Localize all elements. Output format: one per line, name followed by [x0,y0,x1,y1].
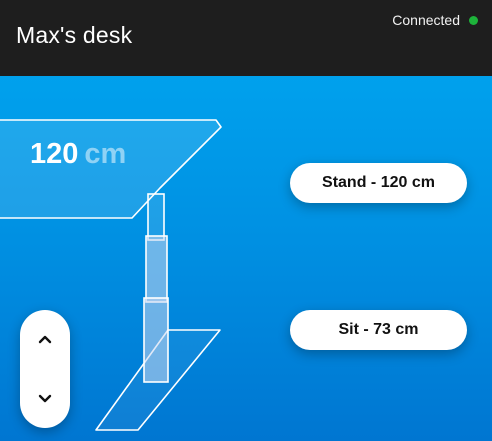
desk-column-top [147,193,165,241]
desk-column-middle [145,235,168,303]
height-value: 120 [30,138,79,170]
connection-status: Connected [392,12,478,28]
chevron-up-icon [38,335,52,344]
desk-illustration [0,119,222,431]
stand-preset-button[interactable]: Stand - 120 cm [290,163,467,203]
raise-desk-button[interactable] [20,314,70,364]
connection-status-label: Connected [392,12,460,28]
lower-desk-button[interactable] [20,374,70,424]
desk-title: Max's desk [16,22,133,48]
desk-panel: 120 cm Stand - 120 cm Sit - 73 cm [0,76,492,441]
desk-column-bottom [143,297,169,383]
height-readout: 120 cm [30,138,126,171]
height-unit: cm [84,138,127,170]
height-control [20,310,70,428]
sit-preset-button[interactable]: Sit - 73 cm [290,310,467,350]
connection-status-dot [469,15,478,25]
app-header: Max's desk Connected [0,0,492,76]
chevron-down-icon [38,394,52,403]
